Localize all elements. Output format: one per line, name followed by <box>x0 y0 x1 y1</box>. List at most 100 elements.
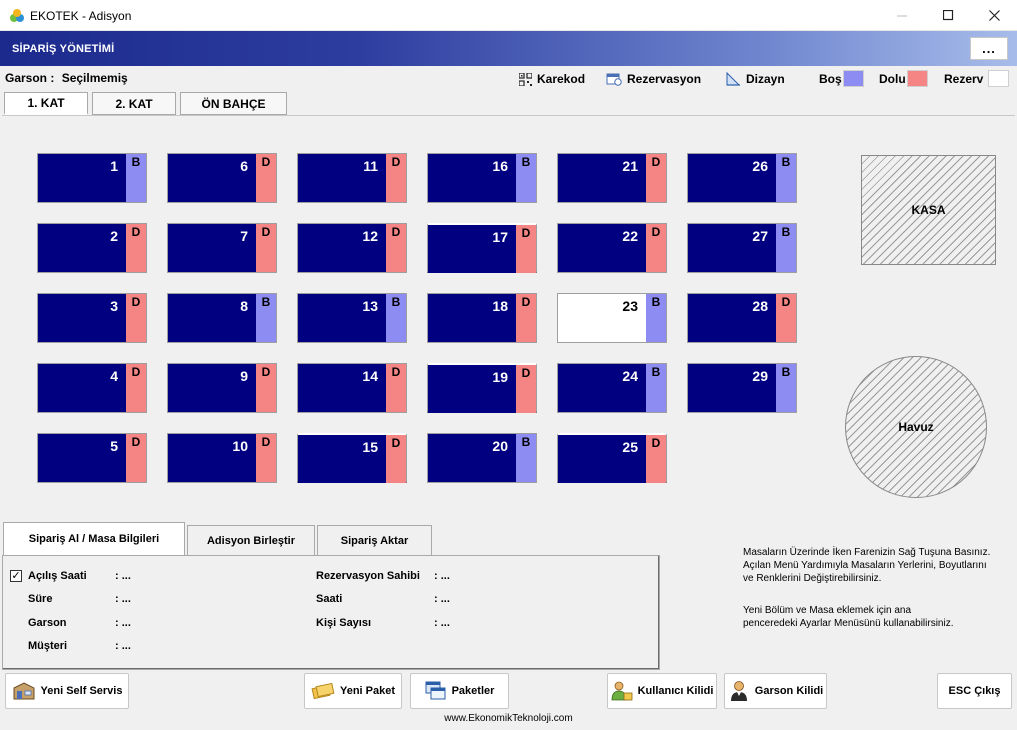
esc-cikis-button[interactable]: ESC Çıkış <box>937 673 1012 709</box>
tab-adisyon-birlestir[interactable]: Adisyon Birleştir <box>187 525 315 556</box>
sure-value: : ... <box>115 593 131 605</box>
kullanici-kilidi-button[interactable]: Kullanıcı Kilidi <box>607 673 717 709</box>
table-status-indicator: B <box>516 434 536 482</box>
table-number: 18 <box>492 298 508 314</box>
table-status-indicator: D <box>386 224 406 272</box>
yeni-self-servis-button[interactable]: Yeni Self Servis <box>5 673 129 709</box>
table-4[interactable]: 4D <box>37 363 147 413</box>
table-6[interactable]: 6D <box>167 153 277 203</box>
rezervasyon-button[interactable]: Rezervasyon <box>606 72 701 86</box>
table-19[interactable]: 19 D <box>427 363 537 413</box>
maximize-button[interactable] <box>925 0 971 31</box>
havuz-area[interactable]: Havuz <box>845 356 987 498</box>
table-22[interactable]: 22 D <box>557 223 667 273</box>
table-number: 7 <box>240 228 248 244</box>
table-status-indicator: D <box>126 364 146 412</box>
kasa-area[interactable]: KASA <box>861 155 996 265</box>
table-26[interactable]: 26 B <box>687 153 797 203</box>
sure-label: Süre <box>28 593 53 605</box>
tab-1-kat[interactable]: 1. KAT <box>4 92 88 115</box>
options-menu-button[interactable]: ... <box>970 37 1008 60</box>
table-status-indicator: D <box>646 224 666 272</box>
table-1[interactable]: 1B <box>37 153 147 203</box>
table-status-indicator: B <box>256 294 276 342</box>
table-number: 20 <box>492 438 508 454</box>
table-2[interactable]: 2D <box>37 223 147 273</box>
legend-dolu-label: Dolu <box>879 72 906 86</box>
table-27[interactable]: 27 B <box>687 223 797 273</box>
table-20[interactable]: 20 B <box>427 433 537 483</box>
table-status-letter: D <box>521 226 531 240</box>
table-11[interactable]: 11 D <box>297 153 407 203</box>
table-24[interactable]: 24 B <box>557 363 667 413</box>
table-17[interactable]: 17 D <box>427 223 537 273</box>
close-button[interactable] <box>971 0 1017 31</box>
table-status-indicator: D <box>516 294 536 342</box>
legend-dolu-swatch <box>907 70 928 87</box>
table-10[interactable]: 10 D <box>167 433 277 483</box>
table-8[interactable]: 8B <box>167 293 277 343</box>
table-3[interactable]: 3D <box>37 293 147 343</box>
table-28[interactable]: 28 D <box>687 293 797 343</box>
table-29[interactable]: 29 B <box>687 363 797 413</box>
table-number: 26 <box>752 158 768 174</box>
table-number: 11 <box>363 158 378 174</box>
table-status-indicator: D <box>516 225 536 273</box>
table-status-letter: D <box>391 436 401 450</box>
table-25[interactable]: 25 D <box>557 433 667 483</box>
paketler-label: Paketler <box>451 685 495 697</box>
table-number: 4 <box>110 368 118 384</box>
table-18[interactable]: 18 D <box>427 293 537 343</box>
table-status-letter: D <box>261 435 271 449</box>
table-status-indicator: B <box>776 154 796 202</box>
minimize-button[interactable] <box>879 0 925 31</box>
close-icon <box>988 10 1000 21</box>
havuz-label: Havuz <box>898 420 934 434</box>
table-status-indicator: D <box>256 154 276 202</box>
table-9[interactable]: 9D <box>167 363 277 413</box>
dizayn-button[interactable]: Dizayn <box>726 72 785 86</box>
table-7[interactable]: 7D <box>167 223 277 273</box>
table-number: 28 <box>752 298 768 314</box>
tab-siparis-aktar[interactable]: Sipariş Aktar <box>317 525 432 556</box>
garson-kilidi-label: Garson Kilidi <box>754 685 824 697</box>
tab-siparis-al[interactable]: Sipariş Al / Masa Bilgileri <box>3 522 185 556</box>
kullanici-kilidi-label: Kullanıcı Kilidi <box>637 685 714 697</box>
acilis-saati-checkbox[interactable]: ✓ <box>10 570 22 582</box>
table-status-indicator: D <box>516 365 536 413</box>
table-status-letter: D <box>261 155 271 169</box>
table-13[interactable]: 13 B <box>297 293 407 343</box>
garson-info-value: : ... <box>115 617 131 629</box>
page-header: SİPARİŞ YÖNETİMİ ... <box>0 31 1017 66</box>
table-21[interactable]: 21 D <box>557 153 667 203</box>
table-status-letter: D <box>521 295 531 309</box>
paketler-button[interactable]: Paketler <box>410 673 509 709</box>
table-status-indicator: D <box>646 435 666 483</box>
table-status-letter: D <box>131 295 141 309</box>
table-number: 10 <box>232 438 248 454</box>
table-status-indicator: D <box>646 154 666 202</box>
table-15[interactable]: 15 D <box>297 433 407 483</box>
table-14[interactable]: 14 D <box>297 363 407 413</box>
table-23[interactable]: 23 B <box>557 293 667 343</box>
table-status-letter: D <box>781 295 791 309</box>
garson-label: Garson : <box>5 71 55 85</box>
tab-2-kat[interactable]: 2. KAT <box>92 92 176 115</box>
karekod-button[interactable]: Karekod <box>519 72 585 86</box>
table-number: 22 <box>622 228 638 244</box>
table-12[interactable]: 12 D <box>297 223 407 273</box>
musteri-value: : ... <box>115 640 131 652</box>
table-status-letter: B <box>391 295 401 309</box>
kisi-sayisi-value: : ... <box>434 617 450 629</box>
yeni-paket-button[interactable]: Yeni Paket <box>304 673 402 709</box>
website-link[interactable]: www.EkonomikTeknoloji.com <box>0 713 1017 724</box>
help-text-2: Yeni Bölüm ve Masa eklemek için ana penc… <box>743 604 1013 630</box>
help-line: penceredeki Ayarlar Menüsünü kullanabili… <box>743 618 954 629</box>
table-status-letter: D <box>651 436 661 450</box>
garson-kilidi-button[interactable]: Garson Kilidi <box>724 673 827 709</box>
table-5[interactable]: 5D <box>37 433 147 483</box>
table-number: 14 <box>362 368 378 384</box>
table-status-indicator: B <box>126 154 146 202</box>
table-16[interactable]: 16 B <box>427 153 537 203</box>
tab-on-bahce[interactable]: ÖN BAHÇE <box>180 92 287 115</box>
